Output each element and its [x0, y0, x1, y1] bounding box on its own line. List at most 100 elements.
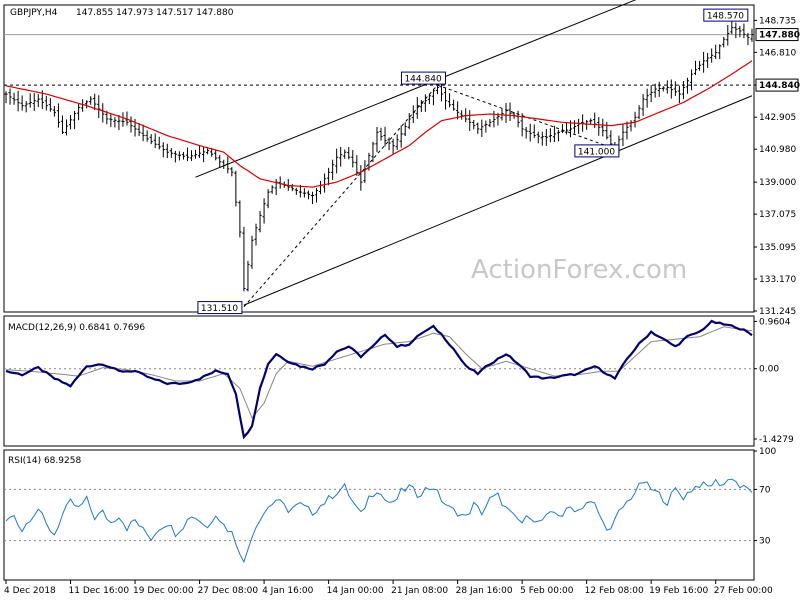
price-axis-label: 148.735 — [759, 16, 796, 26]
macd-axis-label: 0.9604 — [759, 317, 791, 327]
price-axis-label: 133.170 — [759, 275, 796, 285]
annotation-label: 148.570 — [707, 12, 744, 22]
ohlc-bar — [544, 129, 548, 146]
ohlc-bar — [238, 200, 242, 238]
rsi-title: RSI(14) 68.9258 — [8, 456, 81, 466]
x-axis-label: 21 Jan 08:00 — [391, 586, 448, 596]
ohlc-bar — [576, 118, 581, 134]
ohlc-bar — [52, 106, 57, 117]
ohlc-bar — [32, 92, 36, 111]
rsi-axis-label: 100 — [759, 447, 776, 457]
ohlc-bar — [351, 150, 355, 168]
ohlc-bar — [645, 88, 649, 108]
ohlc-bar — [242, 226, 246, 292]
ohlc-bar — [379, 127, 383, 141]
ohlc-bar — [488, 119, 492, 128]
level-price-box-label: 144.840 — [759, 81, 800, 91]
channel-upper-line — [195, 0, 637, 178]
x-axis-label: 14 Jan 00:00 — [327, 586, 384, 596]
ohlc-bar — [339, 146, 343, 167]
ohlc-bar — [4, 91, 8, 104]
ohlc-bar — [89, 96, 93, 105]
ohlc-bar — [20, 95, 24, 111]
ohlc-bar — [641, 94, 645, 117]
price-axis-label: 139.000 — [759, 178, 796, 188]
ohlc-bar — [677, 85, 682, 104]
ohlc-bar — [347, 147, 351, 160]
ohlc-bar — [693, 60, 698, 76]
ohlc-bar — [141, 124, 145, 142]
annotation-label: 144.840 — [404, 75, 441, 85]
moving-average-line — [5, 60, 753, 188]
ohlc-bar — [214, 150, 218, 161]
ohlc-bar — [665, 80, 669, 94]
ohlc-bar — [181, 152, 186, 160]
ohlc-bar — [524, 126, 528, 139]
ohlc-bar — [101, 103, 105, 123]
chart-symbol: GBPJPY,H4 — [10, 8, 58, 18]
ohlc-bar — [718, 44, 722, 60]
ohlc-bar — [460, 110, 464, 120]
ohlc-bar — [447, 93, 452, 108]
ohlc-bar — [270, 185, 274, 194]
ohlc-bar — [480, 119, 484, 138]
ohlc-bar — [157, 136, 161, 150]
ohlc-bar — [250, 235, 254, 269]
ohlc-bar — [685, 77, 690, 94]
macd-title: MACD(12,26,9) 0.6841 0.7696 — [8, 323, 145, 333]
price-annotation: 131.510 — [197, 301, 243, 315]
x-axis-label: 19 Feb 16:00 — [649, 586, 708, 596]
ohlc-bar — [605, 121, 609, 140]
ohlc-bar — [597, 116, 601, 136]
ohlc-bar — [415, 96, 419, 119]
ohlc-bar — [222, 159, 226, 169]
ohlc-bar — [637, 105, 641, 120]
ohlc-bar — [72, 110, 77, 130]
ohlc-bar — [697, 61, 702, 71]
price-axis-label: 140.980 — [759, 145, 796, 155]
x-axis-label: 28 Jan 16:00 — [456, 586, 513, 596]
gbpjpy-h4-chart: ActionForex.com GBPJPY,H4 147.855 147.97… — [3, 0, 800, 596]
x-axis-label: 12 Feb 08:00 — [585, 586, 644, 596]
price-annotation: 144.840 — [400, 71, 446, 85]
last-price-box: 147.880 — [755, 28, 800, 42]
ohlc-bar — [621, 123, 625, 147]
ohlc-bar — [169, 148, 173, 158]
ohlc-bar — [484, 120, 488, 133]
ohlc-bar — [730, 20, 734, 35]
macd-layer — [4, 319, 754, 440]
chart-ohlc: 147.855 147.973 147.517 147.880 — [76, 8, 234, 18]
ohlc-bar — [109, 114, 113, 128]
ohlc-bar — [113, 117, 117, 128]
ohlc-bar — [343, 149, 347, 159]
x-axis-label: 4 Jan 16:00 — [262, 586, 314, 596]
ohlc-bar — [8, 88, 12, 105]
macd-line — [5, 319, 753, 440]
ohlc-bar — [706, 52, 710, 68]
ohlc-bar — [572, 120, 577, 134]
ohlc-bar — [262, 198, 266, 224]
ohlc-bar — [153, 133, 157, 149]
ohlc-bar — [371, 141, 375, 163]
ohlc-bar — [12, 92, 16, 105]
ohlc-bar — [149, 134, 153, 145]
ohlc-bar — [564, 122, 569, 135]
ohlc-bar — [423, 94, 427, 112]
macd-panel-frame — [3, 315, 755, 447]
ohlc-bar — [254, 223, 258, 246]
ohlc-bar — [36, 94, 40, 108]
ohlc-bar — [504, 102, 508, 123]
watermark: ActionForex.com — [471, 255, 687, 285]
ohlc-bar — [593, 112, 597, 129]
ohlc-bar — [443, 87, 448, 110]
ohlc-bar — [177, 151, 182, 161]
ohlc-bar — [318, 180, 323, 195]
ohlc-bar — [673, 81, 677, 97]
ohlc-bar — [726, 24, 730, 46]
ohlc-bar — [738, 25, 742, 38]
ohlc-bar — [359, 165, 363, 191]
price-axis-label: 142.905 — [759, 113, 796, 123]
ohlc-bar — [363, 160, 367, 183]
level-price-box: 144.840 — [755, 78, 800, 92]
ohlc-bar — [121, 112, 125, 127]
